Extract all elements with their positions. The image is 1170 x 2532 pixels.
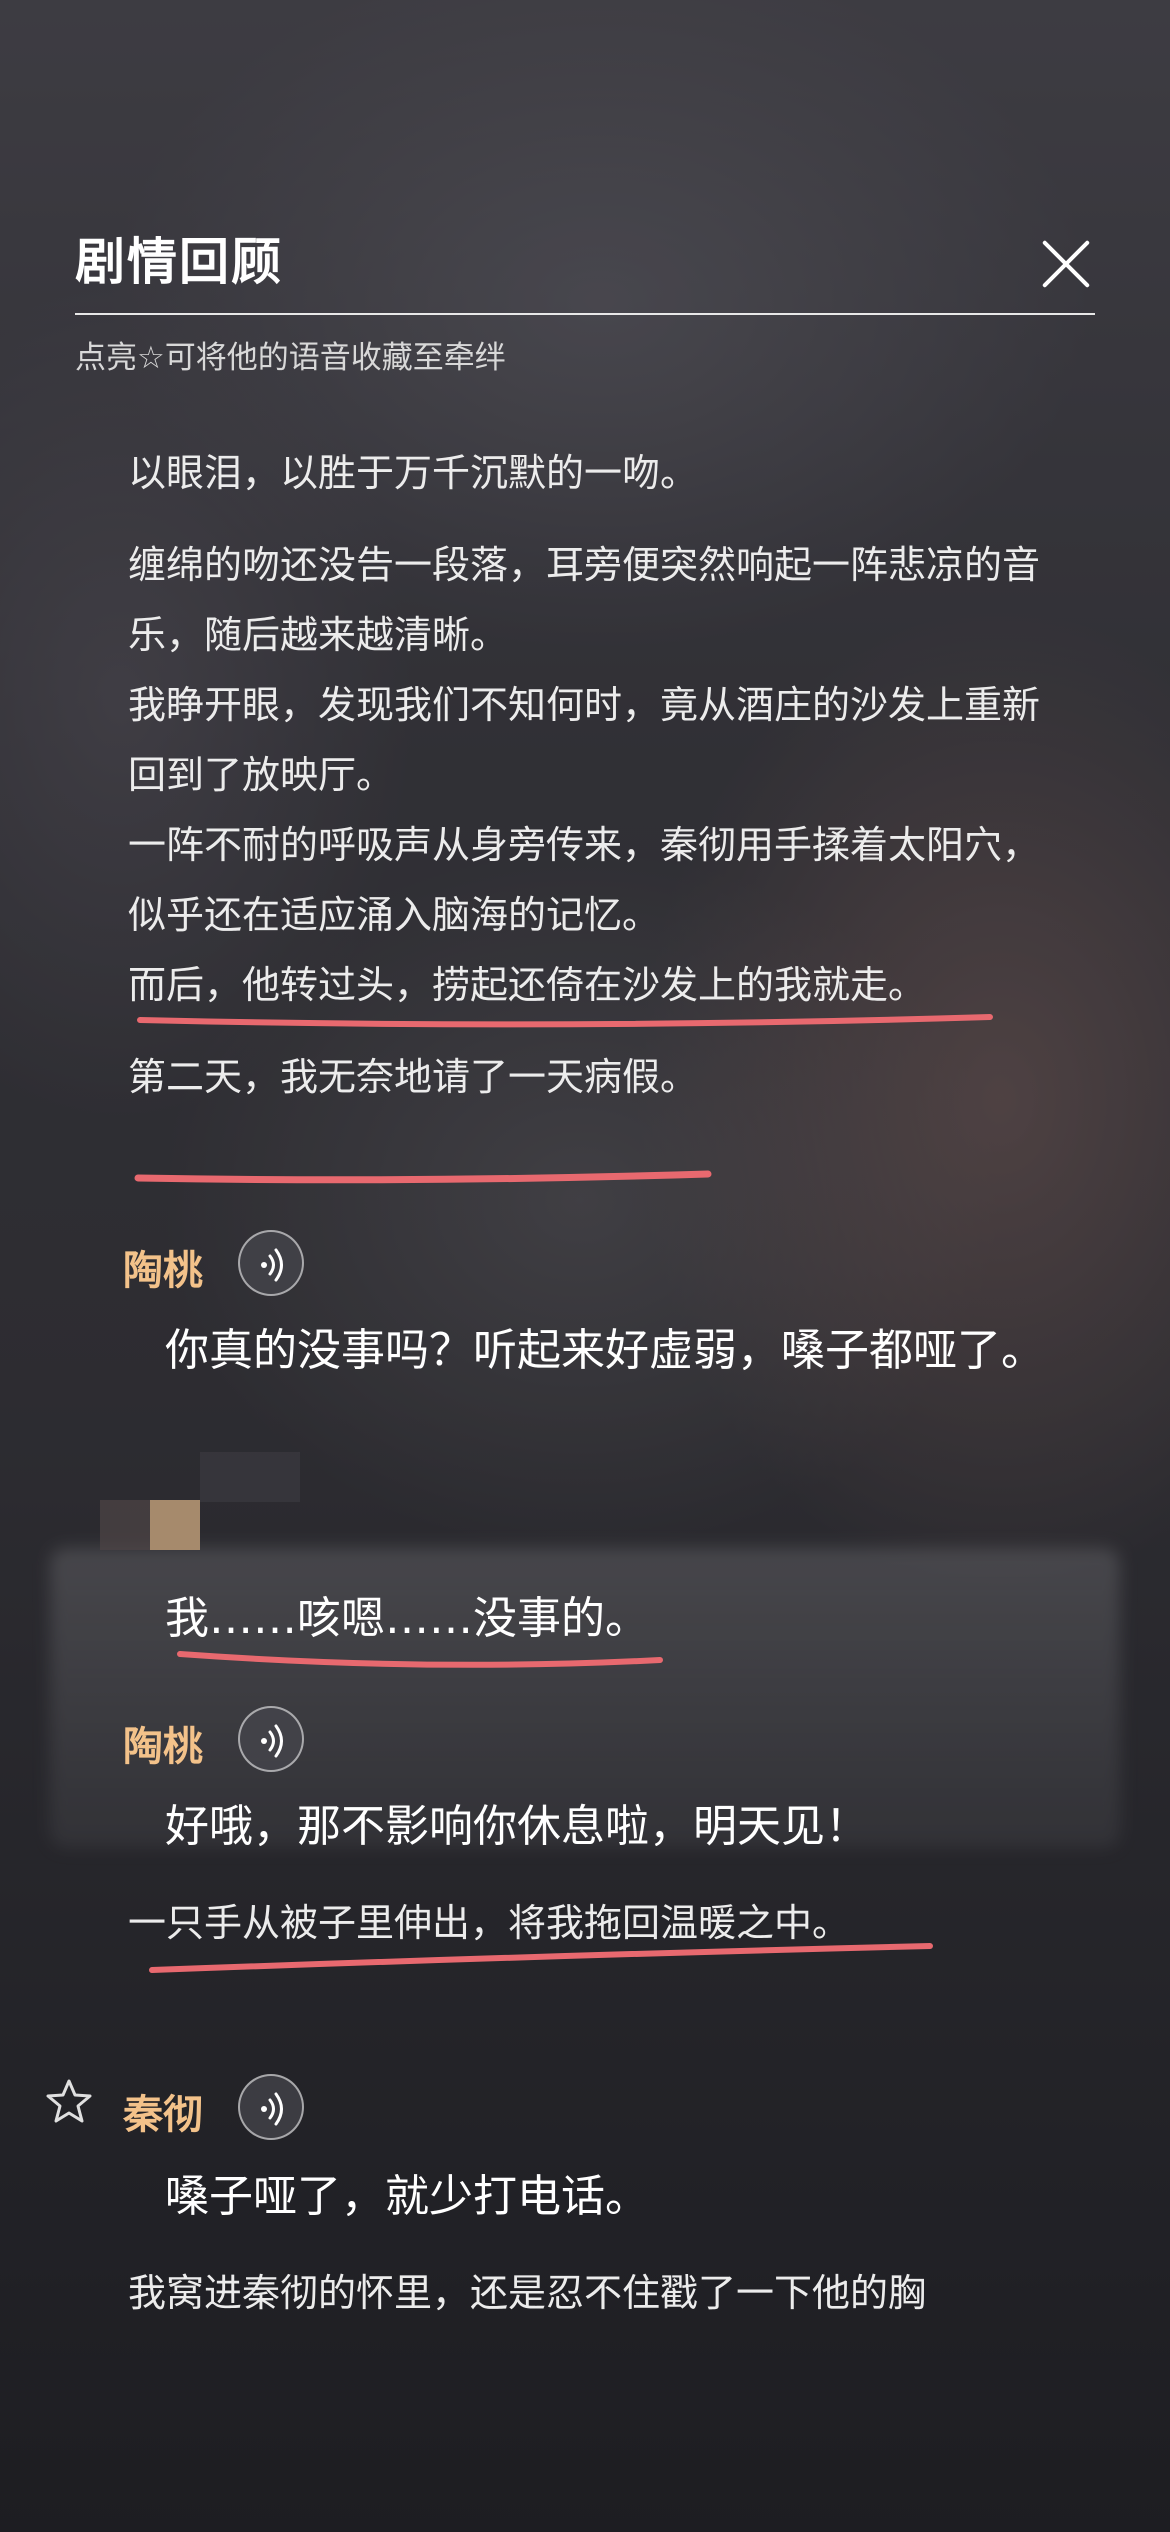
underline-mark [137, 1014, 993, 1028]
underline-mark [149, 1943, 933, 1973]
underline-mark [177, 1651, 663, 1668]
story-review-panel: 剧情回顾 点亮☆可将他的语音收藏至牵绊 以眼泪，以胜于万千沉默的一吻。 缠绵的吻… [0, 0, 1170, 2532]
annotation-underlines [134, 1014, 993, 1973]
underline-mark [134, 1170, 712, 1184]
